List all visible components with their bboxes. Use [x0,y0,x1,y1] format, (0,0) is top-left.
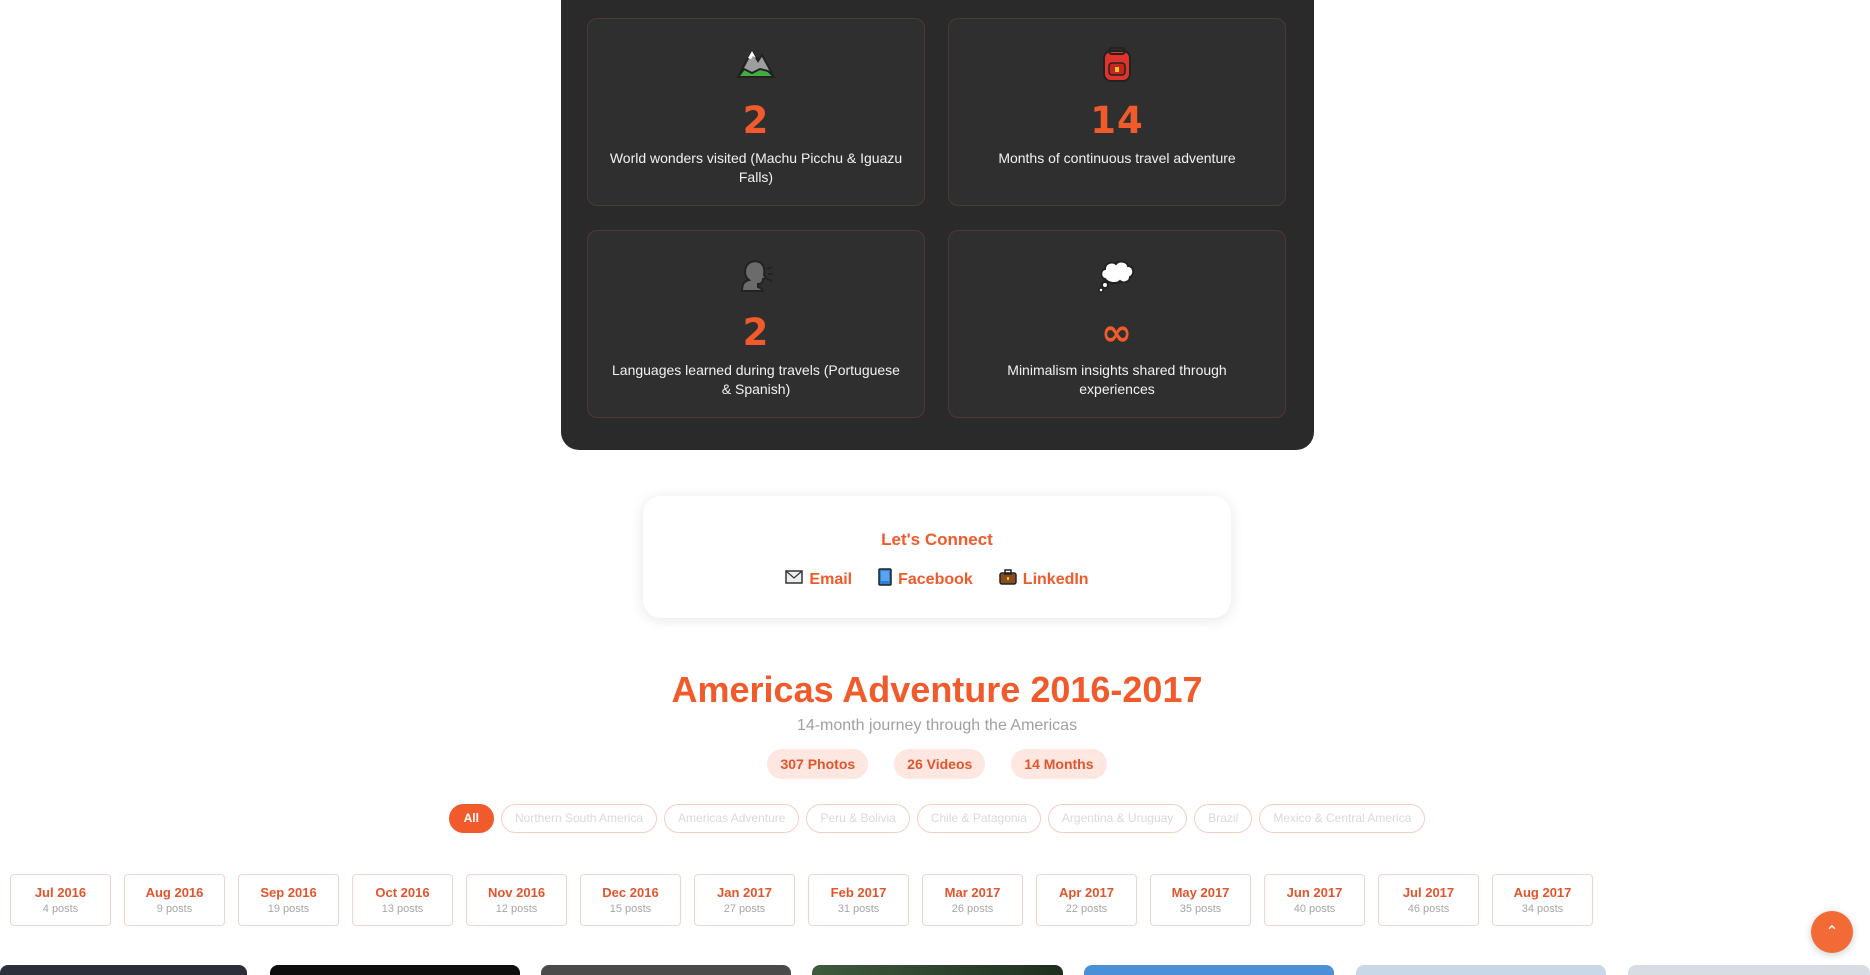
chevron-up-icon: ⌃ [1825,924,1839,941]
stat-number: 14 [1090,99,1144,142]
month-item[interactable]: Aug 2017 34 posts [1492,874,1593,926]
stat-label: World wonders visited (Machu Picchu & Ig… [609,150,903,185]
month-count: 4 posts [42,903,79,915]
month-count: 22 posts [1065,903,1108,915]
stat-card-minimalism: ∞ Minimalism insights shared through exp… [948,230,1286,418]
connect-links: Email Facebook LinkedIn [643,568,1231,591]
month-item[interactable]: Apr 2017 22 posts [1036,874,1137,926]
stat-card-languages: 2 Languages learned during travels (Port… [587,230,925,418]
filter-all[interactable]: All [448,804,494,833]
region-filters: All Northern South America Americas Adve… [0,804,1870,833]
month-item[interactable]: Sep 2016 19 posts [238,874,339,926]
stat-label: Minimalism insights shared through exper… [1007,362,1227,397]
month-count: 19 posts [267,903,310,915]
month-item[interactable]: Jul 2017 46 posts [1378,874,1479,926]
linkedin-link-label: LinkedIn [1022,570,1089,588]
facebook-link-label: Facebook [898,570,973,588]
month-count: 31 posts [837,903,880,915]
filter-chile-patagonia[interactable]: Chile & Patagonia [916,804,1041,833]
month-name: Aug 2017 [1513,885,1572,900]
month-item[interactable]: Jul 2016 4 posts [10,874,111,926]
month-count: 15 posts [609,903,652,915]
stat-card-wonders: 2 World wonders visited (Machu Picchu & … [587,18,925,206]
photo-thumbnail[interactable] [541,965,791,975]
envelope-icon [785,570,804,589]
photos-pill: 307 Photos [767,749,869,779]
month-name: Nov 2016 [487,885,546,900]
backpack-icon [949,45,1285,87]
month-name: Jul 2016 [34,885,87,900]
month-count: 35 posts [1179,903,1222,915]
photo-thumbnail[interactable] [1084,965,1334,975]
month-name: Jun 2017 [1286,885,1343,900]
month-name: Apr 2017 [1059,885,1114,900]
page-subtitle: 14-month journey through the Americas [796,717,1078,734]
connect-card: Let's Connect Email Facebook LinkedIn [643,496,1231,618]
month-item[interactable]: Aug 2016 9 posts [124,874,225,926]
stat-card-months: 14 Months of continuous travel adventure [948,18,1286,206]
facebook-link[interactable]: Facebook [878,568,973,591]
page-title: Americas Adventure 2016-2017 [671,669,1203,710]
month-name: Dec 2016 [602,885,659,900]
month-count: 27 posts [723,903,766,915]
filter-argentina-uruguay[interactable]: Argentina & Uruguay [1047,804,1188,833]
month-count: 46 posts [1407,903,1450,915]
month-name: Sep 2016 [260,885,317,900]
filter-americas-adventure[interactable]: Americas Adventure [664,804,800,833]
email-link-label: Email [809,570,853,588]
briefcase-icon [999,569,1017,590]
month-name: Jan 2017 [717,885,772,900]
stat-number: 2 [742,99,770,142]
photo-thumbnail[interactable] [812,965,1063,975]
month-count: 12 posts [495,903,538,915]
month-count: 9 posts [156,903,193,915]
photo-thumbnail[interactable] [1356,965,1606,975]
month-count: 40 posts [1293,903,1336,915]
month-name: May 2017 [1171,885,1230,900]
month-item[interactable]: Feb 2017 31 posts [808,874,909,926]
filter-peru-bolivia[interactable]: Peru & Bolivia [806,804,910,833]
month-name: Mar 2017 [944,885,1001,900]
videos-pill: 26 Videos [894,749,986,779]
month-name: Oct 2016 [375,885,430,900]
stat-number: 2 [742,311,770,354]
month-item[interactable]: Jan 2017 27 posts [694,874,795,926]
month-name: Jul 2017 [1402,885,1455,900]
connect-title: Let's Connect [881,530,993,549]
stat-label: Months of continuous travel adventure [998,150,1236,166]
month-name: Aug 2016 [145,885,204,900]
month-count: 26 posts [951,903,994,915]
thought-bubble-icon [949,257,1285,299]
blue-book-icon [878,568,892,591]
stat-label: Languages learned during travels (Portug… [612,362,900,397]
photo-thumbnail[interactable] [0,965,247,975]
month-timeline: Jul 2016 4 posts Aug 2016 9 posts Sep 2016… [10,874,1593,926]
month-count: 34 posts [1521,903,1564,915]
month-count: 13 posts [381,903,424,915]
speaking-head-icon [588,257,924,299]
scroll-to-top-button[interactable]: ⌃ [1811,911,1853,953]
filter-northern-south-america[interactable]: Northern South America [500,804,658,833]
filter-mexico-central-america[interactable]: Mexico & Central America [1259,804,1426,833]
email-link[interactable]: Email [785,568,852,591]
stats-panel: 2 World wonders visited (Machu Picchu & … [561,0,1314,450]
filter-brazil[interactable]: Brazil [1194,804,1253,833]
mountain-icon [588,45,924,87]
month-item[interactable]: Dec 2016 15 posts [580,874,681,926]
stat-pills: 307 Photos 26 Videos 14 Months [0,749,1870,779]
months-pill: 14 Months [1011,749,1107,779]
month-item[interactable]: Nov 2016 12 posts [466,874,567,926]
stat-number: ∞ [1101,311,1133,354]
photo-thumbnail[interactable] [1628,965,1870,975]
month-name: Feb 2017 [830,885,887,900]
month-item[interactable]: Jun 2017 40 posts [1264,874,1365,926]
month-item[interactable]: May 2017 35 posts [1150,874,1251,926]
linkedin-link[interactable]: LinkedIn [999,568,1089,591]
photo-thumbnail[interactable] [270,965,520,975]
month-item[interactable]: Oct 2016 13 posts [352,874,453,926]
month-item[interactable]: Mar 2017 26 posts [922,874,1023,926]
